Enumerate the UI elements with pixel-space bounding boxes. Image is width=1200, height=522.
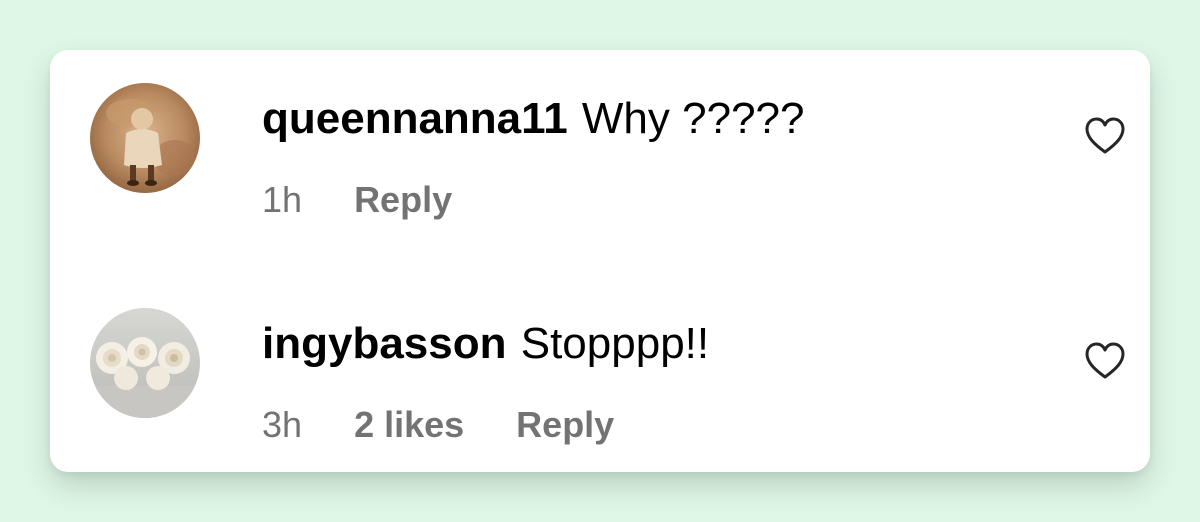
comment-timestamp[interactable]: 1h	[262, 179, 302, 220]
comment-meta: 3h 2 likes Reply	[262, 403, 614, 447]
comment-username[interactable]: queennanna11	[262, 94, 568, 143]
likes-count-button[interactable]: 2 likes	[354, 404, 464, 445]
heart-outline-icon	[1085, 117, 1125, 154]
comment-body: Stopppp!!	[520, 319, 710, 368]
comment-body: Why ?????	[581, 94, 805, 143]
reply-button[interactable]: Reply	[516, 404, 614, 445]
comment-text-line: ingybasson Stopppp!!	[262, 319, 709, 369]
like-button[interactable]	[1084, 341, 1126, 381]
heart-outline-icon	[1085, 342, 1125, 379]
comment-meta: 1h Reply	[262, 178, 452, 222]
comment-username[interactable]: ingybasson	[262, 319, 507, 368]
comment-item: queennanna11 Why ????? 1h Reply	[50, 50, 1150, 250]
comments-card: queennanna11 Why ????? 1h Reply ingybass…	[50, 50, 1150, 472]
comment-text-line: queennanna11 Why ?????	[262, 94, 804, 144]
avatar[interactable]	[90, 83, 200, 193]
avatar-image-sepia-child	[90, 83, 200, 193]
comment-item: ingybasson Stopppp!! 3h 2 likes Reply	[50, 275, 1150, 475]
comment-timestamp[interactable]: 3h	[262, 404, 302, 445]
reply-button[interactable]: Reply	[354, 179, 452, 220]
like-button[interactable]	[1084, 116, 1126, 156]
avatar-image-white-roses	[90, 308, 200, 418]
avatar[interactable]	[90, 308, 200, 418]
